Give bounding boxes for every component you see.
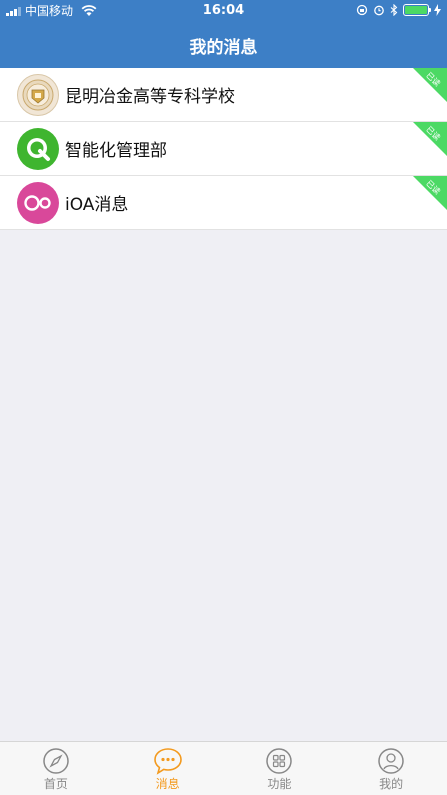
compass-icon xyxy=(43,748,69,774)
chat-bubble-icon xyxy=(153,748,182,775)
green-q-icon xyxy=(17,127,59,170)
message-list: 昆明冶金高等专科学校 已读 智能化管理部 已读 iOA消息 已读 xyxy=(0,68,447,230)
status-bar: 中国移动 16:04 xyxy=(0,0,447,22)
message-title: iOA消息 xyxy=(65,195,129,215)
page-title: 我的消息 xyxy=(189,37,258,58)
tab-label: 功能 xyxy=(267,777,292,791)
charging-icon xyxy=(434,4,441,16)
school-crest-icon xyxy=(17,73,59,116)
nav-bar: 我的消息 xyxy=(0,22,447,68)
read-badge: 已读 xyxy=(413,122,447,156)
message-item-school[interactable]: 昆明冶金高等专科学校 已读 xyxy=(0,68,447,122)
battery-icon xyxy=(403,4,431,16)
message-title: 昆明冶金高等专科学校 xyxy=(65,87,235,107)
grid-icon xyxy=(266,748,293,774)
tab-functions[interactable]: 功能 xyxy=(224,742,336,795)
status-right xyxy=(356,4,441,16)
tab-label: 首页 xyxy=(43,777,68,791)
message-item-management[interactable]: 智能化管理部 已读 xyxy=(0,122,447,176)
read-badge: 已读 xyxy=(413,68,447,102)
tab-label: 消息 xyxy=(155,777,180,791)
tab-messages[interactable]: 消息 xyxy=(112,742,224,795)
orientation-lock-icon xyxy=(356,4,368,16)
alarm-icon xyxy=(374,5,384,16)
read-badge: 已读 xyxy=(413,176,447,210)
message-item-ioa[interactable]: iOA消息 已读 xyxy=(0,176,447,230)
tab-label: 我的 xyxy=(379,777,404,791)
ioa-icon xyxy=(17,181,59,224)
tab-profile[interactable]: 我的 xyxy=(335,742,447,795)
tab-bar: 首页 消息 功能 我的 xyxy=(0,741,447,795)
message-title: 智能化管理部 xyxy=(65,141,167,161)
user-icon xyxy=(378,748,404,774)
bluetooth-icon xyxy=(390,4,398,16)
tab-home[interactable]: 首页 xyxy=(0,742,112,795)
